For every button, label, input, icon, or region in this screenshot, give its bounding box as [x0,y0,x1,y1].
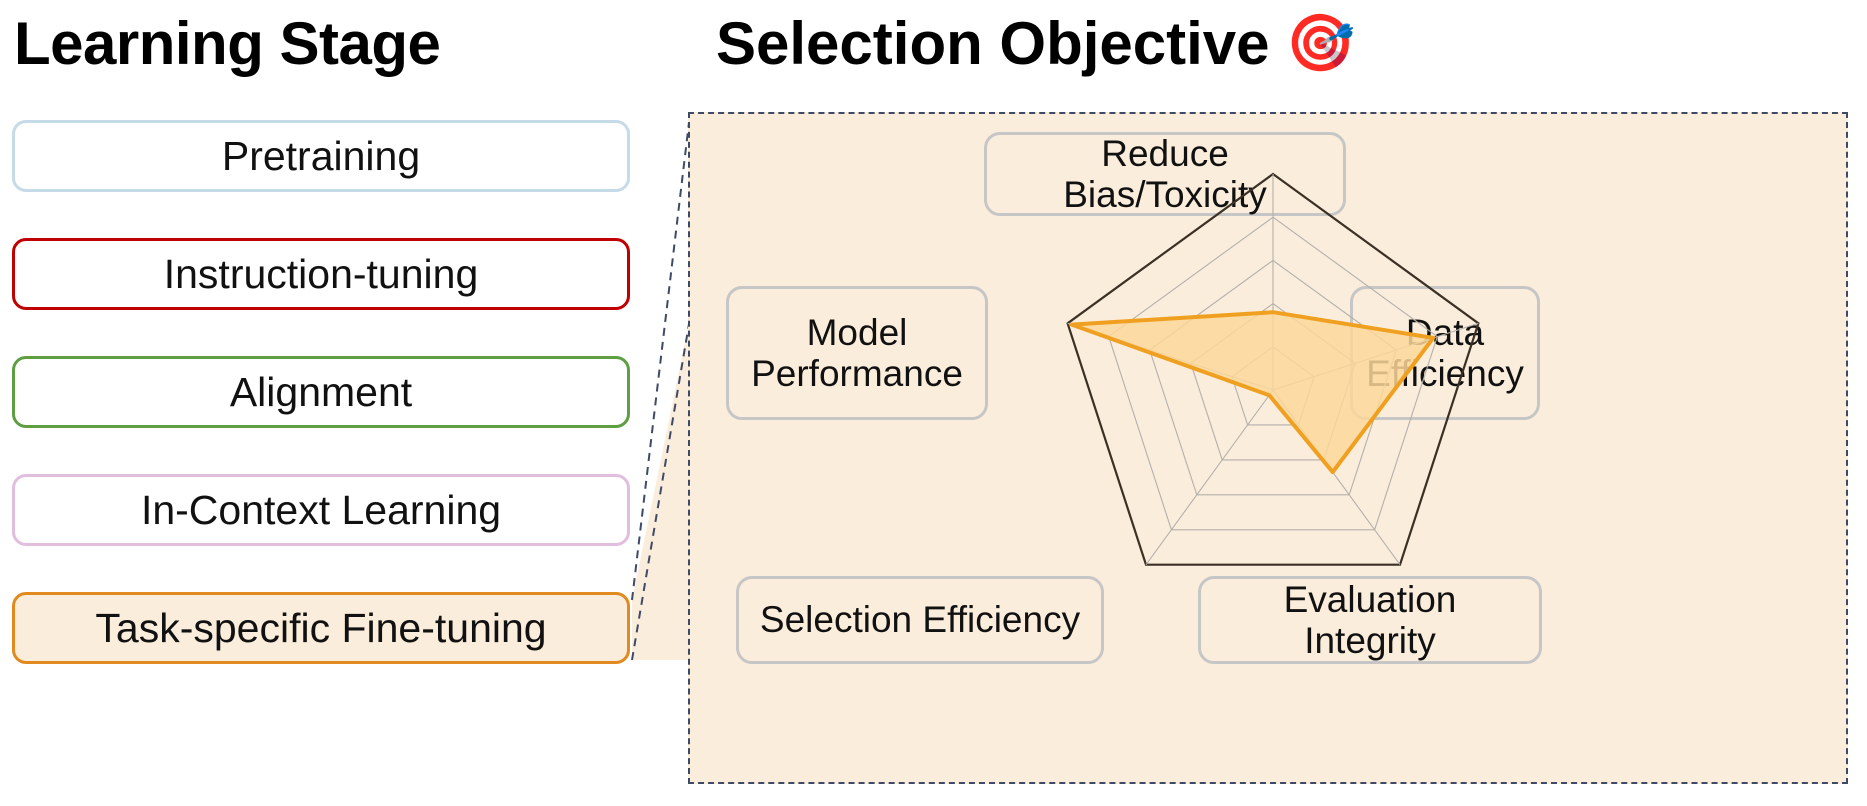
stage-label: Alignment [229,368,413,415]
learning-stage-title: Learning Stage [14,9,441,77]
selection-objective-panel: Selection Objective 🎯 Reduce Bias/Toxici… [650,0,1867,806]
stage-box-in-context-learning[interactable]: In-Context Learning [12,474,630,546]
radar-chart-svg [1066,172,1480,566]
stage-box-task-specific-fine-tuning[interactable]: Task-specific Fine-tuning [12,592,630,664]
stage-box-instruction-tuning[interactable]: Instruction-tuning [12,238,630,310]
learning-stage-panel: Learning Stage Pretraining Instruction-t… [0,0,650,806]
direct-hit-target-icon: 🎯 [1285,11,1356,74]
stage-box-alignment[interactable]: Alignment [12,356,630,428]
objective-label-model-performance[interactable]: Model Performance [726,286,988,420]
objective-label-text-line2: Performance [751,353,963,394]
radar-axis-line [1145,389,1274,566]
stage-label: Task-specific Fine-tuning [95,604,547,651]
selection-objective-title-text: Selection Objective [716,9,1270,77]
diagram-root: Learning Stage Pretraining Instruction-t… [0,0,1867,806]
objective-label-text-line1: Model [806,311,908,353]
radar-chart [1008,142,1538,702]
selection-objective-title: Selection Objective 🎯 [716,0,1355,86]
stage-box-pretraining[interactable]: Pretraining [12,120,630,192]
stage-label: In-Context Learning [140,486,502,533]
stage-label: Instruction-tuning [163,250,479,297]
stage-label: Pretraining [221,132,421,179]
objective-region: Reduce Bias/Toxicity Model Performance D… [688,112,1848,784]
radar-series-polygon [1069,310,1436,475]
